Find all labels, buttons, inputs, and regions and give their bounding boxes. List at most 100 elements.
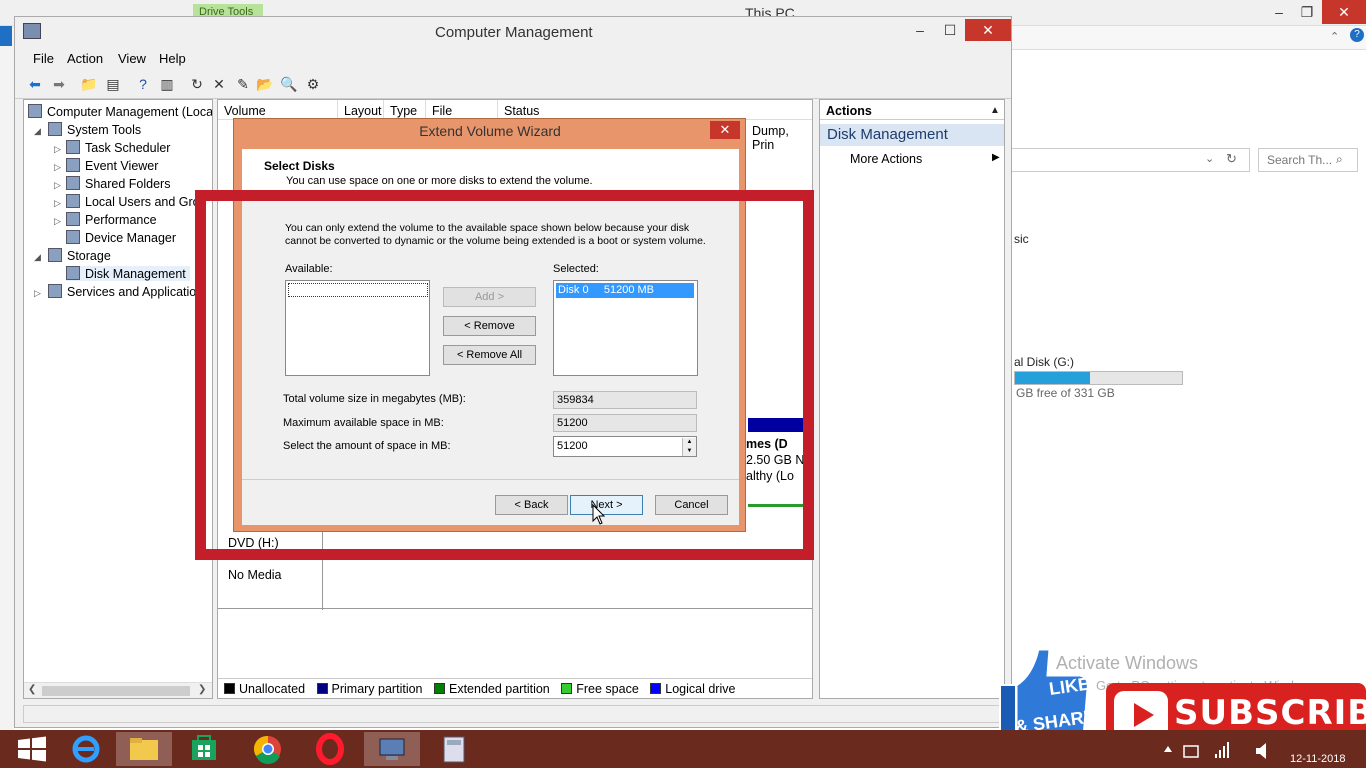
tree-horizontal-scrollbar[interactable]: ❮ ❯: [24, 682, 212, 698]
close-icon[interactable]: ✕: [1322, 0, 1366, 24]
submenu-arrow-icon[interactable]: ▶: [992, 152, 1000, 163]
legend-swatch: [224, 683, 235, 694]
refresh-icon[interactable]: ↻: [1226, 151, 1237, 167]
collapse-up-icon[interactable]: ▲: [990, 105, 1000, 116]
tree-item-task-scheduler[interactable]: Task Scheduler: [66, 140, 170, 155]
expand-arrow-icon[interactable]: ▷: [54, 162, 61, 173]
legend-swatch: [561, 683, 573, 694]
explorer-ribbon-file-tab[interactable]: [0, 26, 12, 46]
expand-arrow-icon[interactable]: ▷: [54, 180, 61, 191]
refresh-icon[interactable]: ↻: [187, 75, 207, 93]
network-icon[interactable]: [1215, 742, 1229, 758]
menu-view[interactable]: View: [118, 51, 146, 66]
disk-g-label[interactable]: al Disk (G:): [1014, 355, 1074, 369]
tree-item-local-users[interactable]: Local Users and Grou: [66, 194, 207, 209]
expand-arrow-icon[interactable]: ▷: [34, 288, 41, 299]
settings-icon[interactable]: ⚙: [303, 75, 323, 93]
search-icon[interactable]: ⌕: [1336, 152, 1343, 167]
cm-titlebar: Computer Management – ☐ ✕: [15, 17, 1011, 47]
file-explorer-icon[interactable]: [116, 732, 172, 766]
properties-icon[interactable]: ✎: [233, 75, 253, 93]
windows-start-icon[interactable]: [4, 732, 60, 766]
column-header-file-system[interactable]: File System: [426, 100, 498, 132]
column-header-status[interactable]: Status: [498, 100, 812, 120]
collapse-arrow-icon[interactable]: ◢: [34, 126, 41, 137]
legend-item-free: Free space: [561, 682, 639, 696]
column-header-volume[interactable]: Volume: [218, 100, 338, 120]
more-actions-item[interactable]: More Actions: [850, 152, 922, 166]
close-icon[interactable]: ✕: [965, 19, 1011, 41]
explorer-left-strip: [0, 26, 14, 730]
wizard-header: Select Disks You can use space on one or…: [242, 149, 739, 191]
disk-free-text: GB free of 331 GB: [1016, 386, 1115, 400]
taskbar-date[interactable]: 12-11-2018: [1290, 753, 1345, 765]
expand-arrow-icon[interactable]: ▷: [54, 144, 61, 155]
status-bar: [23, 705, 1005, 723]
scroll-left-icon[interactable]: ❮: [28, 684, 36, 695]
opera-icon[interactable]: [302, 732, 358, 766]
divider: [218, 608, 812, 609]
show-hidden-icons-icon[interactable]: [1164, 746, 1172, 752]
show-hide-tree-icon[interactable]: ▤: [103, 75, 123, 93]
delete-icon[interactable]: ✕: [209, 75, 229, 93]
disk-usage-bar: [1014, 371, 1183, 385]
event-viewer-icon: [66, 158, 80, 172]
tree-item-disk-management[interactable]: Disk Management: [66, 266, 190, 281]
search-input[interactable]: Search Th...: [1258, 148, 1358, 172]
tree-item-device-manager[interactable]: Device Manager: [66, 230, 176, 245]
search-icon[interactable]: 🔍: [279, 75, 299, 93]
scroll-right-icon[interactable]: ❯: [198, 684, 206, 695]
help-icon[interactable]: ?: [1350, 28, 1364, 42]
explorer-text-fragment: sic: [1014, 232, 1029, 246]
internet-explorer-icon[interactable]: [58, 732, 114, 766]
wizard-step-subtitle: You can use space on one or more disks t…: [286, 175, 593, 187]
minimize-icon[interactable]: –: [1264, 0, 1294, 24]
store-icon[interactable]: [176, 732, 232, 766]
volume-icon[interactable]: [1256, 743, 1266, 759]
navigation-tree: Computer Management (Local ◢ System Tool…: [23, 99, 213, 699]
calculator-icon[interactable]: [426, 732, 482, 766]
column-header-type[interactable]: Type: [384, 100, 426, 120]
performance-icon: [66, 212, 80, 226]
tools-icon: [48, 122, 62, 136]
chevron-up-icon[interactable]: ⌃: [1330, 30, 1339, 43]
scrollbar-thumb[interactable]: [42, 686, 190, 696]
restore-icon[interactable]: ❐: [1292, 0, 1322, 24]
tree-item-services-applications[interactable]: Services and Application: [48, 284, 203, 299]
computer-management-taskbar-icon[interactable]: [364, 732, 420, 766]
tree-item-event-viewer[interactable]: Event Viewer: [66, 158, 158, 173]
up-folder-icon[interactable]: 📁: [79, 75, 99, 93]
tree-item-computer-management[interactable]: Computer Management (Local: [28, 104, 212, 119]
help-icon[interactable]: ?: [133, 75, 153, 93]
chrome-icon[interactable]: [240, 732, 296, 766]
show-hide-action-pane-icon[interactable]: ▥: [157, 75, 177, 93]
menu-file[interactable]: File: [33, 51, 54, 66]
actions-pane: Actions Disk Management ▲ More Actions ▶: [819, 99, 1005, 699]
tree-item-shared-folders[interactable]: Shared Folders: [66, 176, 170, 191]
explorer-ribbon: [1010, 26, 1366, 50]
tree-item-performance[interactable]: Performance: [66, 212, 157, 227]
open-folder-icon[interactable]: 📂: [255, 75, 275, 93]
expand-arrow-icon[interactable]: ▷: [54, 216, 61, 227]
minimize-icon[interactable]: –: [905, 19, 935, 41]
menu-action[interactable]: Action: [67, 51, 103, 66]
expand-arrow-icon[interactable]: ▷: [54, 198, 61, 209]
play-triangle: [1134, 703, 1154, 727]
maximize-icon[interactable]: ☐: [935, 19, 965, 41]
tree-item-system-tools[interactable]: System Tools: [48, 122, 141, 137]
back-arrow-icon[interactable]: ⬅: [25, 75, 45, 93]
close-icon[interactable]: ✕: [710, 121, 740, 139]
legend-item-logical: Logical drive: [650, 682, 735, 696]
legend-item-extended: Extended partition: [433, 682, 550, 696]
column-header-layout[interactable]: Layout: [338, 100, 384, 120]
chevron-down-icon[interactable]: ⌄: [1205, 152, 1214, 165]
menu-help[interactable]: Help: [159, 51, 186, 66]
tree-item-storage[interactable]: Storage: [48, 248, 111, 263]
collapse-arrow-icon[interactable]: ◢: [34, 252, 41, 263]
device-manager-icon: [66, 230, 80, 244]
action-center-icon[interactable]: [1183, 745, 1199, 758]
forward-arrow-icon[interactable]: ➡: [49, 75, 69, 93]
actions-disk-management[interactable]: Disk Management: [820, 124, 1004, 146]
computer-icon: [28, 104, 42, 118]
wizard-step-title: Select Disks: [264, 159, 335, 173]
